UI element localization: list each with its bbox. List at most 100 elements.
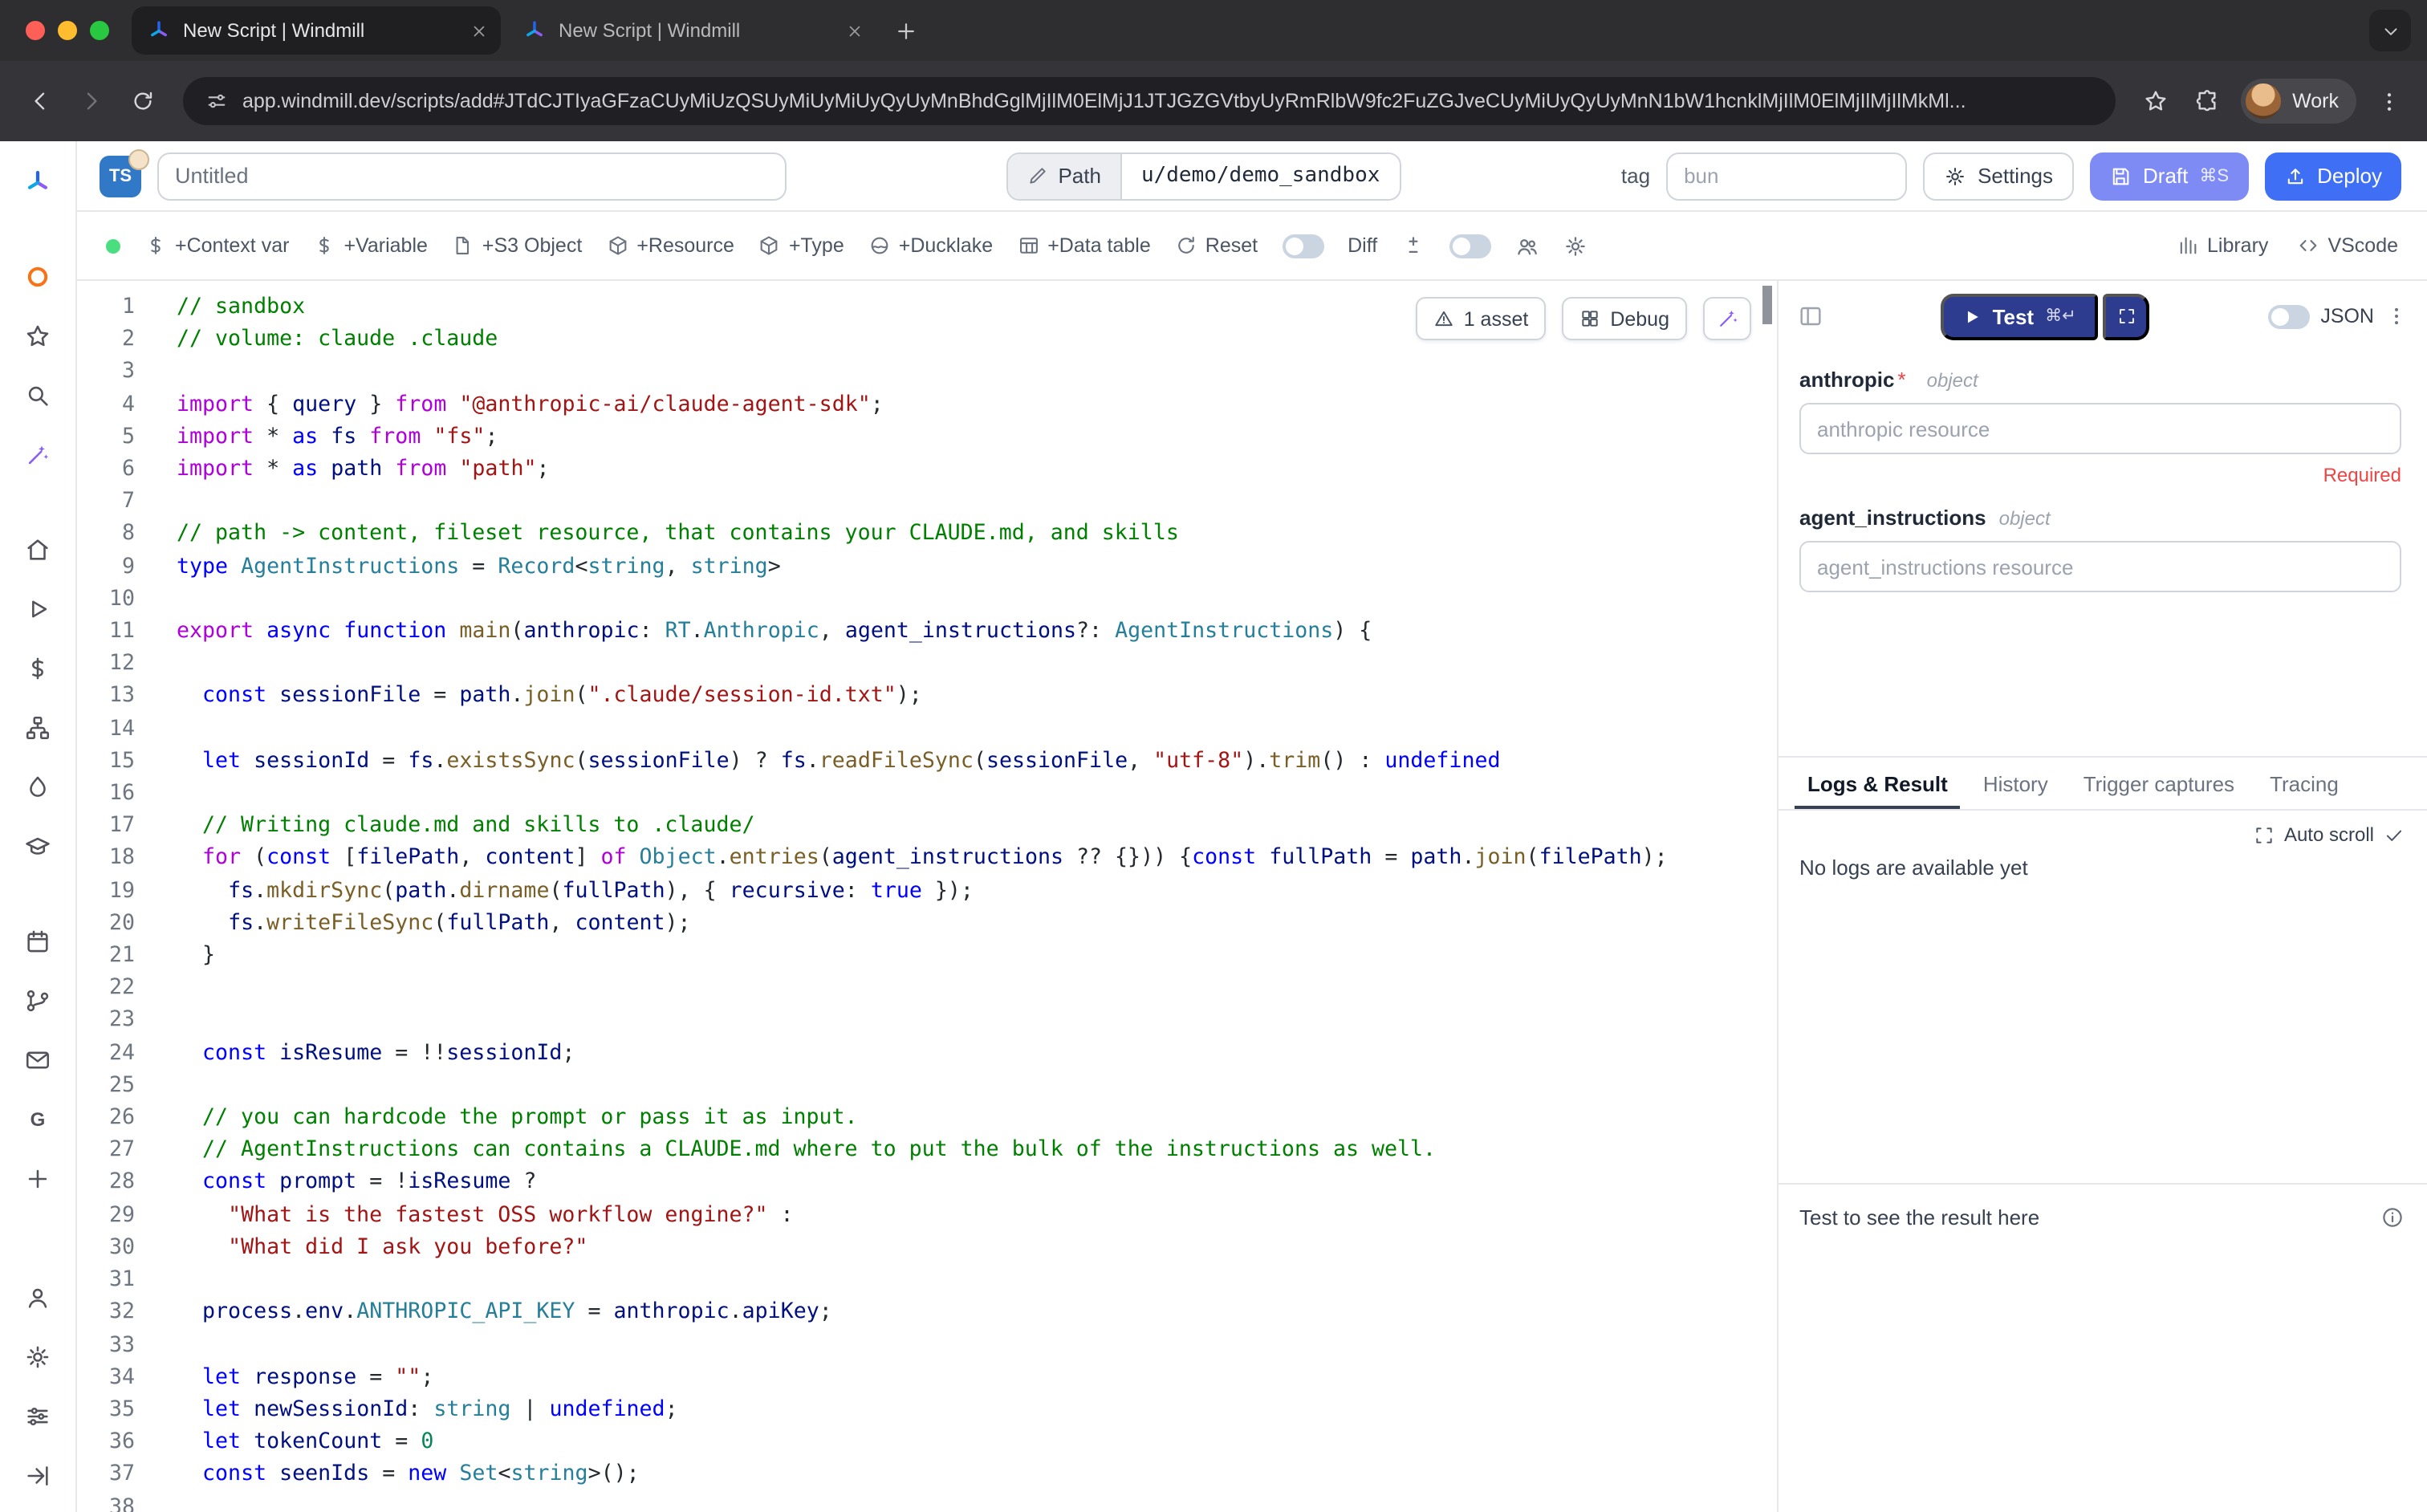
code-line-5[interactable]: 5import * as fs from "fs";	[77, 422, 1777, 454]
users-icon[interactable]	[1515, 234, 1539, 258]
code-line-30[interactable]: 30 "What did I ask you before?"	[77, 1233, 1777, 1265]
close-tab-icon[interactable]	[846, 22, 864, 39]
sidebar-item-settings[interactable]	[10, 1329, 65, 1384]
code-line-27[interactable]: 27 // AgentInstructions can contains a C…	[77, 1136, 1777, 1168]
sidebar-item-triggers[interactable]	[10, 759, 65, 814]
sidebar-item-resources[interactable]	[10, 700, 65, 754]
macos-traffic-lights[interactable]	[16, 21, 132, 40]
close-tab-icon[interactable]	[470, 22, 488, 39]
code-line-28[interactable]: 28 const prompt = !isResume ?	[77, 1168, 1777, 1200]
json-toggle[interactable]	[2267, 304, 2309, 328]
library-button[interactable]: Library	[2177, 234, 2268, 257]
deploy-button[interactable]: Deploy	[2264, 152, 2401, 200]
zoom-window-button[interactable]	[90, 21, 109, 40]
toolbar-item-resource[interactable]: +Resource	[606, 234, 734, 257]
back-button[interactable]	[16, 77, 64, 125]
code-line-32[interactable]: 32 process.env.ANTHROPIC_API_KEY = anthr…	[77, 1298, 1777, 1330]
sidebar-item-search[interactable]	[10, 368, 65, 422]
toolbar-item-s3-object[interactable]: +S3 Object	[452, 234, 582, 257]
sidebar-item-mail[interactable]	[10, 1032, 65, 1087]
agent_instructions-input[interactable]	[1799, 541, 2401, 592]
toolbar-item-type[interactable]: +Type	[758, 234, 844, 257]
bookmark-button[interactable]	[2132, 77, 2180, 125]
browser-tab[interactable]: New Script | Windmill	[132, 6, 501, 55]
code-line-33[interactable]: 33	[77, 1330, 1777, 1362]
tab-logs-result[interactable]: Logs & Result	[1795, 758, 1961, 809]
panel-menu-icon[interactable]	[2385, 305, 2408, 327]
code-line-38[interactable]: 38	[77, 1492, 1777, 1512]
sidebar-item-learn[interactable]	[10, 819, 65, 873]
path-control[interactable]: Path u/demo/demo_sandbox	[1006, 152, 1401, 200]
sidebar-item-workspace[interactable]	[10, 249, 65, 303]
browser-menu-button[interactable]	[2366, 79, 2411, 124]
toolbar-item-context-var[interactable]: +Context var	[144, 234, 289, 257]
code-line-17[interactable]: 17 // Writing claude.md and skills to .c…	[77, 811, 1777, 843]
toolbar-item-ducklake[interactable]: +Ducklake	[868, 234, 993, 257]
code-line-24[interactable]: 24 const isResume = !!sessionId;	[77, 1038, 1777, 1070]
close-window-button[interactable]	[26, 21, 45, 40]
code-line-7[interactable]: 7	[77, 486, 1777, 518]
multiplayer-toggle[interactable]	[1449, 234, 1491, 258]
code-line-9[interactable]: 9type AgentInstructions = Record<string,…	[77, 551, 1777, 583]
sidebar-item-account[interactable]	[10, 1270, 65, 1324]
code-line-10[interactable]: 10	[77, 584, 1777, 616]
autoscroll-control[interactable]: Auto scroll	[2254, 823, 2405, 846]
expand-test-button[interactable]	[2104, 293, 2150, 339]
tag-input[interactable]	[1666, 152, 1907, 200]
debug-button[interactable]: Debug	[1562, 297, 1687, 340]
code-line-31[interactable]: 31	[77, 1265, 1777, 1297]
extensions-button[interactable]	[2183, 77, 2231, 125]
tab-history[interactable]: History	[1970, 758, 2061, 809]
sidebar-item-instance-settings[interactable]	[10, 1388, 65, 1443]
test-button[interactable]: Test ⌘↵	[1941, 293, 2099, 339]
sidebar-item-favorites[interactable]	[10, 308, 65, 363]
sidebar-item-collapse-sidebar[interactable]	[10, 1448, 65, 1502]
draft-button[interactable]: Draft ⌘S	[2090, 152, 2248, 200]
sidebar-item-google[interactable]: G	[10, 1091, 65, 1146]
sidebar-item-ai-wand[interactable]	[10, 427, 65, 482]
browser-profile-chip[interactable]: Work	[2241, 79, 2356, 124]
toolbar-item-data-table[interactable]: +Data table	[1017, 234, 1151, 257]
sidebar-item-home[interactable]	[10, 522, 65, 576]
code-line-3[interactable]: 3	[77, 357, 1777, 389]
sidebar-item-add[interactable]	[10, 1151, 65, 1205]
code-line-20[interactable]: 20 fs.writeFileSync(fullPath, content);	[77, 908, 1777, 941]
sidebar-item-flows[interactable]	[10, 973, 65, 1027]
summary-input[interactable]	[157, 152, 787, 200]
browser-tab[interactable]: New Script | Windmill	[507, 6, 876, 55]
code-line-8[interactable]: 8// path -> content, fileset resource, t…	[77, 519, 1777, 551]
minimize-window-button[interactable]	[58, 21, 77, 40]
path-edit-button[interactable]: Path	[1008, 153, 1122, 198]
code-line-14[interactable]: 14	[77, 713, 1777, 746]
assets-button[interactable]: 1 asset	[1416, 297, 1547, 340]
url-text[interactable]: app.windmill.dev/scripts/add#JTdCJTIyaGF…	[242, 90, 1966, 112]
code-line-26[interactable]: 26 // you can hardcode the prompt or pas…	[77, 1103, 1777, 1135]
code-line-29[interactable]: 29 "What is the fastest OSS workflow eng…	[77, 1200, 1777, 1232]
code-line-37[interactable]: 37 const seenIds = new Set<string>();	[77, 1460, 1777, 1492]
info-icon[interactable]	[2380, 1205, 2405, 1230]
sidebar-item-variables[interactable]	[10, 640, 65, 695]
code-line-16[interactable]: 16	[77, 778, 1777, 811]
settings-button[interactable]: Settings	[1923, 152, 2074, 200]
code-line-23[interactable]: 23	[77, 1006, 1777, 1038]
toolbar-item-reset[interactable]: Reset	[1175, 234, 1258, 257]
site-settings-icon[interactable]	[205, 90, 228, 112]
forward-button[interactable]	[67, 77, 116, 125]
code-line-15[interactable]: 15 let sessionId = fs.existsSync(session…	[77, 746, 1777, 778]
code-line-36[interactable]: 36 let tokenCount = 0	[77, 1427, 1777, 1459]
editor-scrollbar-thumb[interactable]	[1762, 286, 1772, 324]
reload-button[interactable]	[119, 77, 167, 125]
sidebar-item-runs[interactable]	[10, 581, 65, 636]
code-line-21[interactable]: 21 }	[77, 941, 1777, 973]
code-line-22[interactable]: 22	[77, 973, 1777, 1006]
toolbar-item-variable[interactable]: +Variable	[313, 234, 427, 257]
diff-toggle[interactable]	[1282, 234, 1323, 258]
new-tab-button[interactable]	[883, 8, 928, 53]
tab-search-button[interactable]	[2369, 10, 2411, 51]
sidebar-item-schedules[interactable]	[10, 913, 65, 968]
tab-tracing[interactable]: Tracing	[2257, 758, 2352, 809]
address-bar[interactable]: app.windmill.dev/scripts/add#JTdCJTIyaGF…	[183, 77, 2116, 125]
sidebar-item-windmill-logo[interactable]	[10, 154, 65, 209]
code-line-35[interactable]: 35 let newSessionId: string | undefined;	[77, 1395, 1777, 1427]
vscode-button[interactable]: VScode	[2297, 234, 2398, 257]
